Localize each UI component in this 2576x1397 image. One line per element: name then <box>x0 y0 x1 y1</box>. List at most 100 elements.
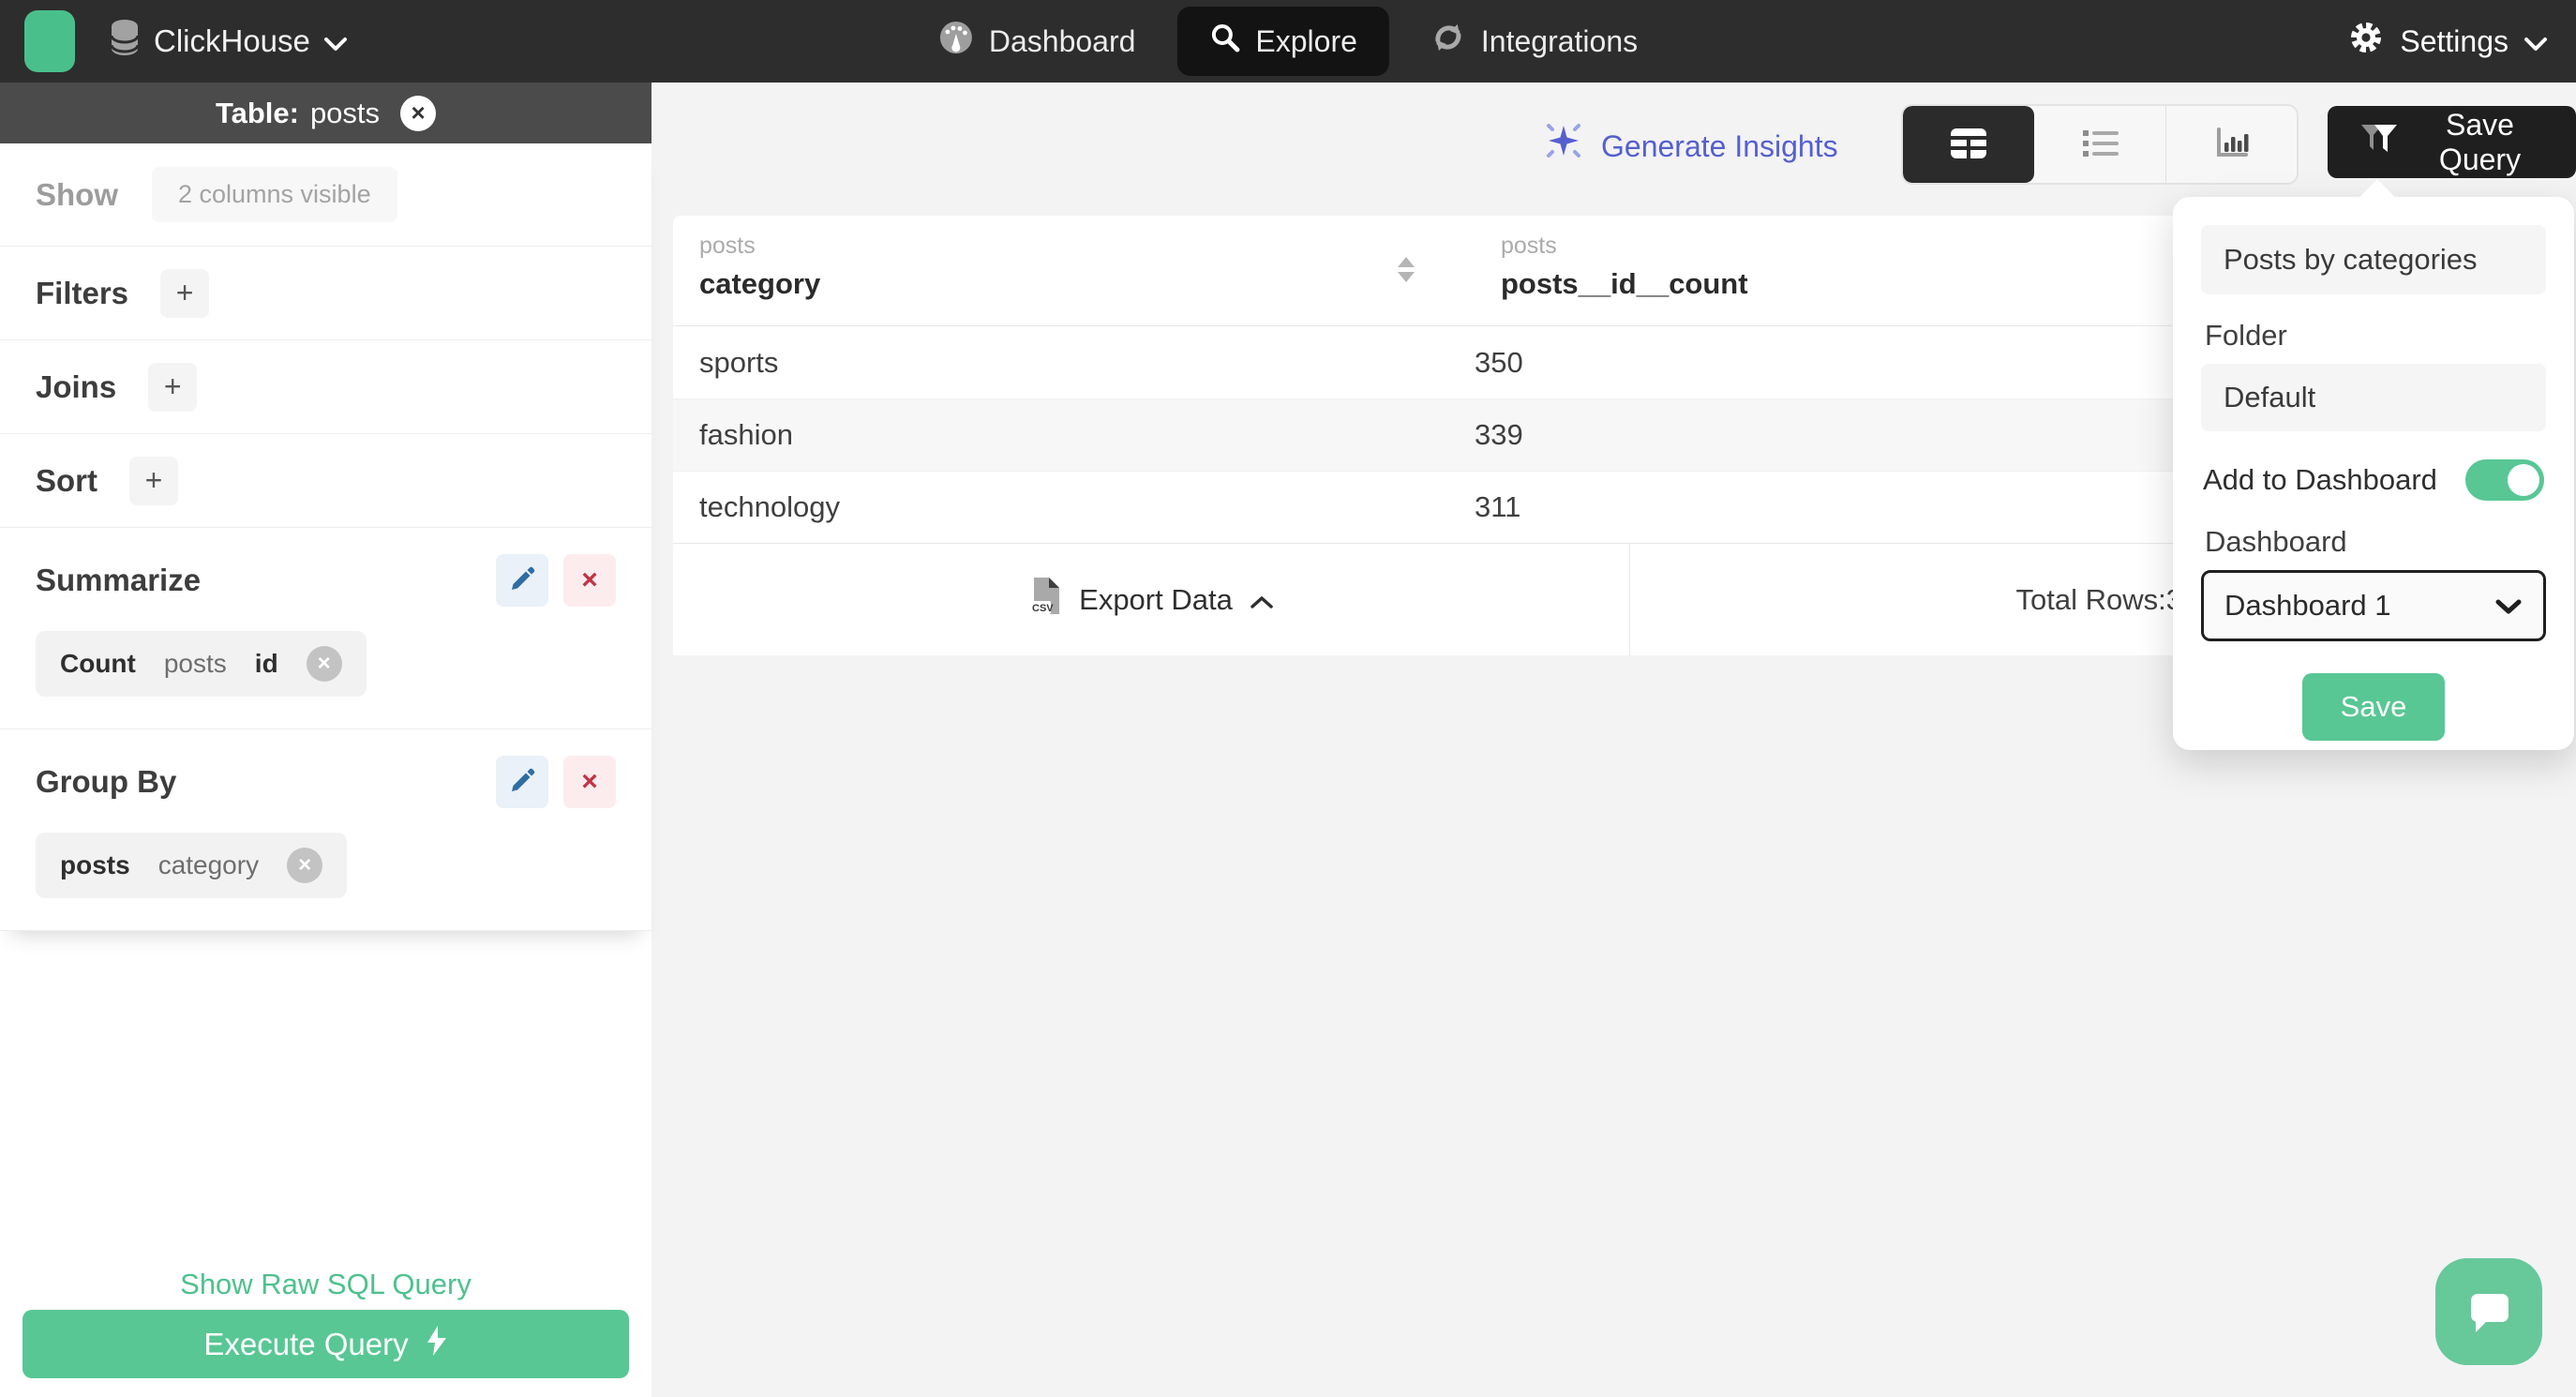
summarize-agg: Count <box>60 649 136 678</box>
settings-menu[interactable]: Settings <box>2347 19 2548 64</box>
table-row: technology 311 <box>673 471 2188 543</box>
table-row: sports 350 <box>673 326 2188 398</box>
top-nav: ClickHouse Dashboard Explore Integration… <box>0 0 2576 83</box>
summarize-section: Summarize × Count posts id × <box>0 528 651 729</box>
generate-insights-label: Generate Insights <box>1601 128 1838 163</box>
query-builder-sidebar: Table: posts × Show 2 columns visible Fi… <box>0 83 651 1397</box>
toggle-knob <box>2508 464 2539 496</box>
csv-file-icon: CSV <box>1028 576 1062 624</box>
cell-count: 311 <box>1475 490 1521 523</box>
summarize-chip[interactable]: Count posts id × <box>36 631 367 697</box>
sync-icon <box>1430 20 1466 63</box>
dashboard-select-value: Dashboard 1 <box>2224 589 2391 622</box>
add-to-dashboard-toggle[interactable] <box>2465 459 2544 501</box>
brand-name: ClickHouse <box>154 23 310 58</box>
execute-query-label: Execute Query <box>203 1326 409 1361</box>
cell-count: 339 <box>1475 418 1523 451</box>
table-banner-prefix: Table: <box>215 96 299 129</box>
funnel-icon <box>2359 123 2399 162</box>
remove-summarize-chip-button[interactable]: × <box>306 646 342 682</box>
close-table-button[interactable]: × <box>400 95 437 131</box>
popover-arrow <box>2359 179 2396 217</box>
add-filter-button[interactable]: + <box>160 268 210 318</box>
tab-explore-label: Explore <box>1255 23 1357 58</box>
summarize-table: posts <box>163 649 227 678</box>
query-name-input[interactable] <box>2201 225 2546 294</box>
chevron-down-icon <box>323 23 348 59</box>
chevron-up-icon <box>1250 583 1274 617</box>
remove-group-by-chip-button[interactable]: × <box>287 848 323 883</box>
dashboard-label: Dashboard <box>2205 525 2347 558</box>
sort-section: Sort + <box>0 434 651 528</box>
export-data-button[interactable]: CSV Export Data <box>673 544 1630 655</box>
add-join-button[interactable]: + <box>148 362 198 412</box>
database-selector[interactable]: ClickHouse <box>109 19 348 64</box>
pencil-icon <box>508 767 536 798</box>
save-query-popover: Folder Add to Dashboard Dashboard Dashbo… <box>2173 179 2574 750</box>
add-to-dashboard-label: Add to Dashboard <box>2203 463 2437 496</box>
chart-view-button[interactable] <box>2165 106 2297 183</box>
show-label: Show <box>36 176 118 212</box>
dashboard-gauge-icon <box>938 20 974 63</box>
cell-category: fashion <box>699 418 793 451</box>
main-tabs: Dashboard Explore Integrations <box>938 7 1638 76</box>
dashboard-select[interactable]: Dashboard 1 <box>2201 570 2546 641</box>
tab-dashboard[interactable]: Dashboard <box>938 20 1136 63</box>
show-raw-sql-link[interactable]: Show Raw SQL Query <box>0 1268 651 1301</box>
total-rows: Total Rows: 3 <box>1630 544 2188 655</box>
column-name: category <box>699 267 821 300</box>
add-sort-button[interactable]: + <box>129 456 178 505</box>
delete-group-by-button[interactable]: × <box>563 756 616 808</box>
tab-dashboard-label: Dashboard <box>988 23 1136 58</box>
table-banner: Table: posts × <box>0 83 651 143</box>
table-view-button[interactable] <box>1903 106 2034 183</box>
show-section: Show 2 columns visible <box>0 143 651 247</box>
save-query-label: Save Query <box>2438 107 2522 176</box>
delete-summarize-button[interactable]: × <box>563 554 616 607</box>
sort-toggle-icon[interactable] <box>1398 257 1415 282</box>
cell-count: 350 <box>1475 345 1523 379</box>
column-group: posts <box>699 233 756 259</box>
database-icon <box>109 19 141 64</box>
tab-integrations[interactable]: Integrations <box>1430 20 1638 63</box>
view-mode-toggle <box>1901 104 2299 185</box>
group-by-section: Group By × posts category × <box>0 729 651 931</box>
group-by-chip[interactable]: posts category × <box>36 833 348 898</box>
export-data-label: Export Data <box>1079 582 1233 616</box>
summarize-label: Summarize <box>36 563 202 597</box>
save-query-button[interactable]: Save Query <box>2328 106 2576 178</box>
total-rows-label: Total Rows: <box>2015 582 2166 616</box>
joins-label: Joins <box>36 368 117 404</box>
save-button[interactable]: Save <box>2302 673 2445 741</box>
gear-icon <box>2347 19 2385 64</box>
group-by-column: category <box>157 850 260 879</box>
pencil-icon <box>508 565 536 596</box>
column-name: posts__id__count <box>1501 267 1748 300</box>
edit-group-by-button[interactable] <box>496 756 548 808</box>
chat-button[interactable] <box>2435 1258 2542 1365</box>
generate-insights-button[interactable]: Generate Insights <box>1545 122 1838 171</box>
list-view-button[interactable] <box>2034 106 2165 183</box>
app-logo[interactable] <box>24 10 75 72</box>
folder-input[interactable] <box>2201 364 2546 431</box>
columns-visible-chip[interactable]: 2 columns visible <box>152 167 397 222</box>
cell-category: sports <box>699 345 779 379</box>
cell-category: technology <box>699 490 840 523</box>
svg-text:CSV: CSV <box>1032 603 1054 614</box>
table-row: fashion 339 <box>673 398 2188 471</box>
list-icon <box>2079 127 2120 163</box>
filters-section: Filters + <box>0 247 651 340</box>
filters-label: Filters <box>36 275 129 310</box>
execute-query-button[interactable]: Execute Query <box>22 1310 629 1378</box>
add-to-dashboard-row: Add to Dashboard <box>2201 459 2546 501</box>
edit-summarize-button[interactable] <box>496 554 548 607</box>
results-table: posts category posts posts__id__count sp… <box>673 216 2188 655</box>
tab-integrations-label: Integrations <box>1480 23 1639 58</box>
column-header-count[interactable]: posts posts__id__count <box>1475 216 2188 325</box>
tab-explore[interactable]: Explore <box>1176 7 1389 76</box>
chevron-down-icon <box>2524 24 2548 59</box>
summarize-column: id <box>254 649 278 678</box>
sort-label: Sort <box>36 462 97 498</box>
column-header-category[interactable]: posts category <box>673 216 1475 325</box>
lightning-bolt-icon <box>426 1325 448 1363</box>
